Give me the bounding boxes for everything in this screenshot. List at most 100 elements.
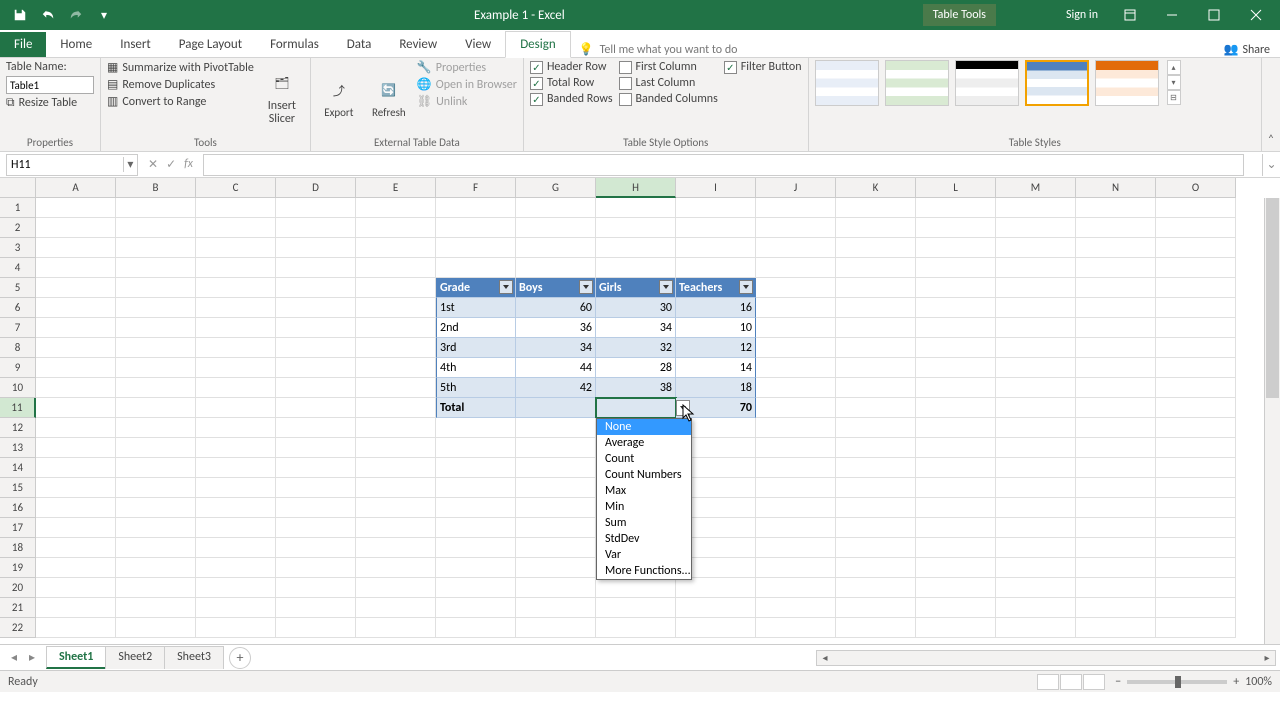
cell[interactable] [996,498,1076,518]
cell[interactable] [356,598,436,618]
cell[interactable] [996,218,1076,238]
cell[interactable] [36,578,116,598]
cell[interactable] [196,458,276,478]
cell[interactable] [196,278,276,298]
cell[interactable]: 10 [676,318,756,338]
cell[interactable] [276,458,356,478]
row-header[interactable]: 22 [0,618,36,638]
cell[interactable] [756,198,836,218]
remove-duplicates-button[interactable]: ▤Remove Duplicates [107,77,254,92]
cell[interactable] [196,258,276,278]
column-header[interactable]: F [436,178,516,198]
filter-button-checkbox[interactable]: Filter Button [724,60,802,74]
total-row-dropdown-button[interactable] [676,400,690,416]
cell[interactable] [356,398,436,418]
vertical-scrollbar[interactable] [1264,198,1280,644]
zoom-slider[interactable] [1127,680,1227,684]
cell[interactable] [276,278,356,298]
cell[interactable]: 34 [516,338,596,358]
formula-input[interactable] [203,154,1244,176]
cell[interactable] [36,398,116,418]
cell[interactable] [356,578,436,598]
cell[interactable] [436,558,516,578]
cell[interactable] [916,498,996,518]
cell[interactable] [836,518,916,538]
banded-rows-checkbox[interactable]: Banded Rows [530,92,613,106]
cell[interactable] [356,418,436,438]
share-button[interactable]: 👥 Share [1223,42,1280,57]
cell[interactable] [436,498,516,518]
zoom-level[interactable]: 100% [1245,675,1272,689]
cell[interactable] [756,338,836,358]
cell[interactable] [996,358,1076,378]
cell[interactable]: 3rd [436,338,516,358]
ribbon-options-icon[interactable] [1110,0,1150,30]
cell[interactable] [116,398,196,418]
row-header[interactable]: 1 [0,198,36,218]
cell[interactable] [836,538,916,558]
cell[interactable] [36,498,116,518]
spreadsheet-grid[interactable]: ABCDEFGHIJKLMNO 123456789101112131415161… [0,178,1280,644]
cell[interactable] [356,358,436,378]
cell[interactable] [116,318,196,338]
cell[interactable] [356,618,436,638]
cell[interactable] [1156,318,1236,338]
cell[interactable] [1076,258,1156,278]
cell[interactable] [276,398,356,418]
zoom-in-icon[interactable]: + [1233,675,1239,689]
cell[interactable] [196,378,276,398]
column-header[interactable]: J [756,178,836,198]
cell[interactable] [276,418,356,438]
cell[interactable] [36,338,116,358]
cell[interactable] [916,198,996,218]
maximize-icon[interactable] [1194,0,1234,30]
cell[interactable] [276,538,356,558]
cell[interactable] [676,618,756,638]
context-tab-table-tools[interactable]: Table Tools [923,4,996,26]
column-header[interactable]: G [516,178,596,198]
redo-icon[interactable] [64,3,88,27]
column-header[interactable]: K [836,178,916,198]
cell[interactable] [516,418,596,438]
cell[interactable] [1076,338,1156,358]
column-header[interactable]: D [276,178,356,198]
cell[interactable]: 38 [596,378,676,398]
cell[interactable] [516,518,596,538]
row-header[interactable]: 16 [0,498,36,518]
cell[interactable] [836,258,916,278]
cell[interactable] [996,438,1076,458]
cell[interactable] [996,298,1076,318]
cell[interactable]: 44 [516,358,596,378]
cell[interactable] [996,458,1076,478]
cell[interactable] [596,198,676,218]
cell[interactable] [1076,198,1156,218]
cell[interactable] [756,238,836,258]
cell[interactable] [196,198,276,218]
table-style-thumb[interactable] [1025,60,1089,106]
cell[interactable] [1076,518,1156,538]
dropdown-item[interactable]: Average [597,435,691,451]
cell[interactable] [916,358,996,378]
cell[interactable] [996,598,1076,618]
cell[interactable] [836,478,916,498]
cell[interactable] [276,578,356,598]
hscroll-right-icon[interactable]: ▸ [1259,651,1275,664]
cell[interactable] [836,578,916,598]
view-normal-icon[interactable] [1037,674,1059,690]
column-header[interactable]: H [596,178,676,198]
sheet-nav-prev-icon[interactable]: ◂ [6,650,22,665]
row-header[interactable]: 17 [0,518,36,538]
cell[interactable] [276,618,356,638]
cell[interactable] [916,618,996,638]
cell[interactable] [276,238,356,258]
cell[interactable] [36,558,116,578]
cell[interactable] [36,618,116,638]
cell[interactable] [836,398,916,418]
table-style-thumb[interactable] [1095,60,1159,106]
cell[interactable] [1156,578,1236,598]
cell[interactable] [516,478,596,498]
cell[interactable] [516,458,596,478]
enter-formula-icon[interactable]: ✓ [166,157,176,172]
dropdown-item[interactable]: None [597,419,691,435]
hscroll-left-icon[interactable]: ◂ [817,651,833,664]
